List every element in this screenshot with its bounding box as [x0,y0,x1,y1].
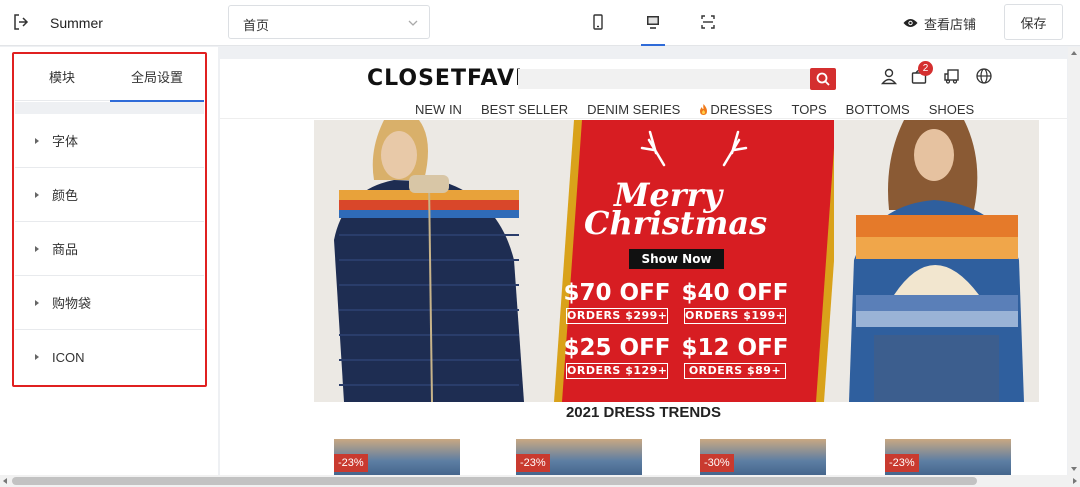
scroll-left-arrow-icon[interactable] [3,478,7,484]
caret-right-icon [35,245,39,252]
panel-tabs: 模块 全局设置 [15,55,204,102]
scroll-up-arrow-icon[interactable] [1071,51,1077,55]
settings-item-product[interactable]: 商品 [15,222,204,276]
desktop-device-button[interactable] [641,10,665,46]
offer-orders: ORDERS $199+ [684,308,786,324]
settings-item-shopping-bag[interactable]: 购物袋 [15,276,204,330]
nav-dresses[interactable]: DRESSES [699,102,772,117]
tab-modules[interactable]: 模块 [15,55,109,101]
horizontal-scroll-thumb[interactable] [12,477,977,485]
store-search-input[interactable] [518,69,810,89]
offer-amount: $70 OFF [563,280,671,306]
account-icon[interactable] [880,67,900,87]
nav-new-in[interactable]: NEW IN [415,102,462,117]
product-card[interactable]: -23% [516,439,642,475]
fullscreen-device-button[interactable] [696,10,720,38]
offer-amount: $25 OFF [563,335,671,361]
flame-icon [700,104,708,115]
show-now-button[interactable]: Show Now [629,249,724,269]
caret-right-icon [35,137,39,144]
settings-item-font[interactable]: 字体 [15,114,204,168]
search-icon [816,72,830,86]
page-select-value: 首页 [243,18,270,33]
app-title: Summer [50,15,103,31]
product-card[interactable]: -23% [885,439,1011,475]
store-preview: CLOSETFAVES 2 NEW IN BEST SELLER DENIM S [218,47,1068,475]
discount-badge: -23% [885,454,919,472]
settings-item-label: 商品 [52,242,79,257]
shipping-icon[interactable] [943,67,963,87]
eye-icon [903,19,918,27]
settings-item-label: 字体 [52,134,79,149]
store-logo[interactable]: CLOSETFAVES [367,66,520,91]
settings-item-label: 购物袋 [52,296,92,311]
settings-item-color[interactable]: 颜色 [15,168,204,222]
offer-orders: ORDERS $299+ [566,308,668,324]
page-select[interactable]: 首页 [228,5,430,39]
scroll-down-arrow-icon[interactable] [1071,467,1077,471]
christmas-banner[interactable]: Merry Christmas Show Now $70 OFF ORDERS … [314,120,1039,402]
save-button[interactable]: 保存 [1004,4,1063,40]
nav-dresses-label: DRESSES [710,102,773,117]
nav-bottoms[interactable]: BOTTOMS [846,102,910,117]
nav-shoes[interactable]: SHOES [929,102,975,117]
mobile-icon [593,14,603,30]
view-store-label: 查看店铺 [924,16,977,32]
offer-2: $40 OFF ORDERS $199+ [680,280,790,324]
globe-icon[interactable] [975,67,995,87]
mobile-device-button[interactable] [586,10,610,38]
nav-denim-series[interactable]: DENIM SERIES [587,102,680,117]
view-store-button[interactable]: 查看店铺 [903,14,976,32]
model-left-image [314,120,559,402]
tab-global-settings[interactable]: 全局设置 [110,55,204,102]
exit-icon[interactable] [12,13,30,31]
product-card[interactable]: -30% [700,439,826,475]
discount-badge: -23% [334,454,368,472]
desktop-icon [647,16,659,29]
vertical-scrollbar[interactable] [1068,47,1080,475]
discount-badge: -30% [700,454,734,472]
offer-4: $12 OFF ORDERS $89+ [680,335,790,379]
settings-item-label: ICON [52,349,85,365]
model-right-image [834,120,1039,402]
nav-tops[interactable]: TOPS [791,102,826,117]
top-toolbar: Summer 首页 查看店铺 保存 [0,0,1080,46]
section-title: 2021 DRESS TRENDS [565,404,722,421]
fullscreen-icon [701,15,715,29]
scroll-right-arrow-icon[interactable] [1073,478,1077,484]
settings-item-icon[interactable]: ICON [15,330,204,384]
store-header: CLOSETFAVES 2 NEW IN BEST SELLER DENIM S [220,59,1067,119]
offer-3: $25 OFF ORDERS $129+ [562,335,672,379]
store-nav: NEW IN BEST SELLER DENIM SERIES DRESSES … [415,102,993,117]
caret-right-icon [35,191,39,198]
preview-canvas: CLOSETFAVES 2 NEW IN BEST SELLER DENIM S [220,59,1067,475]
offer-orders: ORDERS $89+ [684,363,786,379]
offer-amount: $40 OFF [681,280,789,306]
cart-count-badge: 2 [918,61,933,76]
store-search-button[interactable] [810,68,836,90]
discount-badge: -23% [516,454,550,472]
caret-right-icon [35,354,39,360]
horizontal-scrollbar[interactable] [0,475,1080,487]
panel-divider [15,102,204,114]
offer-amount: $12 OFF [681,335,789,361]
product-card[interactable]: -23% [334,439,460,475]
caret-right-icon [35,299,39,306]
offer-1: $70 OFF ORDERS $299+ [562,280,672,324]
offer-orders: ORDERS $129+ [566,363,668,379]
nav-best-seller[interactable]: BEST SELLER [481,102,568,117]
settings-item-label: 颜色 [52,188,79,203]
chevron-down-icon [408,20,418,26]
global-settings-list: 字体 颜色 商品 购物袋 ICON [15,114,204,384]
banner-script-christmas: Christmas [584,204,768,242]
